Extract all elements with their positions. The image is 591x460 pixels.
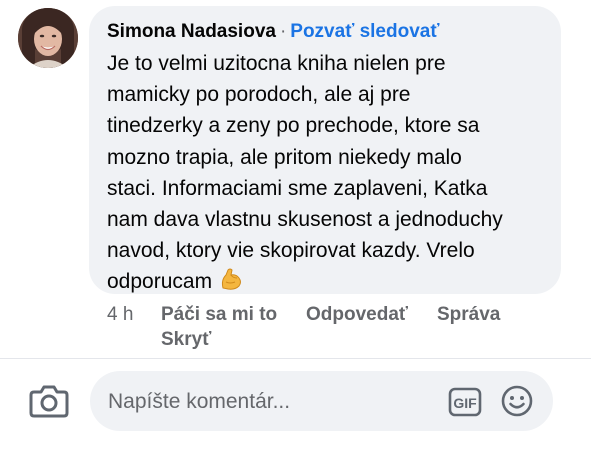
comment-line: mozno trapia, ale pritom niekedy malo bbox=[107, 145, 462, 169]
hide-button[interactable]: Skryť bbox=[161, 328, 211, 352]
like-button[interactable]: Páči sa mi to bbox=[161, 303, 277, 327]
comment-header: Simona Nadasiova · Pozvať sledovať bbox=[107, 20, 439, 44]
comment-line: mamicky po porodoch, ale aj pre bbox=[107, 83, 411, 107]
separator-dot: · bbox=[279, 21, 287, 42]
gif-icon[interactable]: GIF bbox=[448, 386, 482, 418]
svg-text:GIF: GIF bbox=[453, 395, 477, 411]
comment-line-last: odporucam bbox=[107, 266, 552, 301]
comment-line: staci. Informaciami sme zaplaveni, Katka bbox=[107, 176, 488, 200]
comment-line: navod, ktory vie skopirovat kazdy. Vrelo bbox=[107, 239, 475, 263]
author-name[interactable]: Simona Nadasiova bbox=[107, 21, 276, 42]
comment-line: nam dava vlastnu skusenost a jednoduchy bbox=[107, 208, 503, 232]
comment-time[interactable]: 4 h bbox=[107, 303, 133, 327]
reply-button[interactable]: Odpovedať bbox=[306, 303, 408, 327]
follow-link[interactable]: Pozvať sledovať bbox=[290, 21, 439, 42]
avatar[interactable] bbox=[18, 8, 78, 68]
camera-icon[interactable] bbox=[28, 383, 70, 419]
comment-text: Je to velmi uzitocna kniha nielen pre ma… bbox=[107, 48, 552, 302]
smiley-icon[interactable] bbox=[500, 384, 534, 418]
comment-input[interactable] bbox=[106, 383, 440, 421]
comment-line: odporucam bbox=[107, 270, 213, 294]
flexed-biceps-emoji bbox=[218, 266, 244, 301]
divider bbox=[0, 358, 591, 359]
comment-line: tinedzerky a zeny po prechode, ktore sa bbox=[107, 114, 480, 138]
comment-line: Je to velmi uzitocna kniha nielen pre bbox=[107, 52, 446, 75]
comment-composer: GIF bbox=[90, 371, 553, 431]
avatar-photo bbox=[18, 8, 78, 68]
message-button[interactable]: Správa bbox=[437, 303, 500, 327]
